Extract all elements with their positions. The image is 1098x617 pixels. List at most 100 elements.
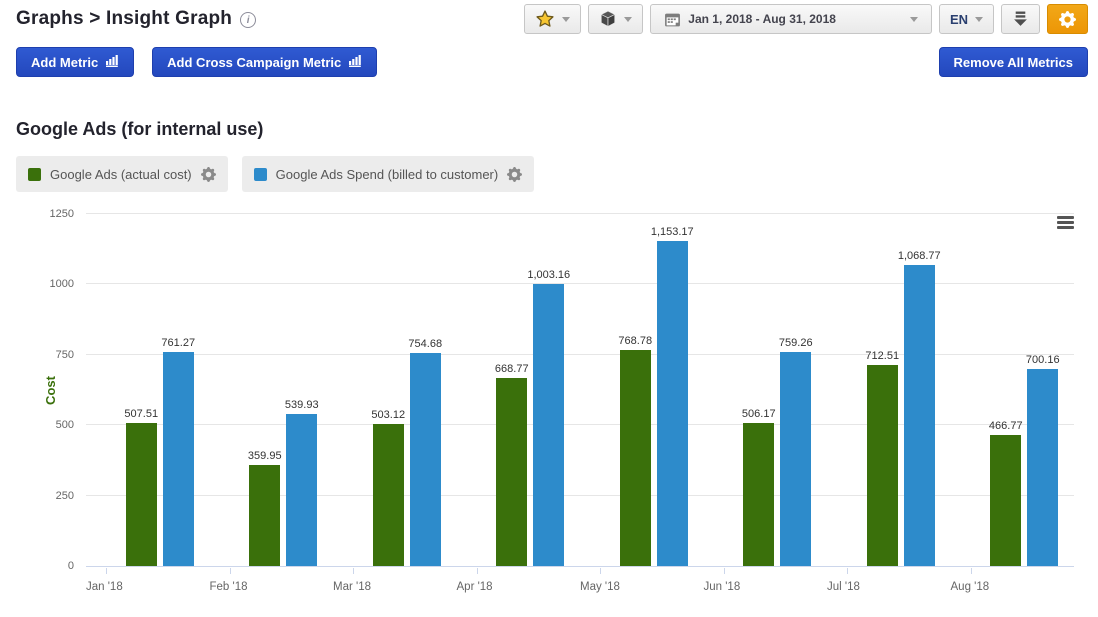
package-dropdown-button[interactable] [588, 4, 643, 34]
bar-value-label: 668.77 [495, 363, 529, 375]
bar-value-label: 754.68 [408, 338, 442, 350]
bar-groups: 507.51761.27359.95539.93503.12754.68668.… [86, 214, 1074, 566]
x-axis-tick [106, 568, 107, 574]
cube-icon [599, 10, 617, 28]
chevron-down-icon [624, 17, 632, 22]
plot-area: 025050075010001250507.51761.27359.95539.… [86, 214, 1074, 567]
add-metric-button[interactable]: Add Metric [16, 47, 134, 77]
bar-value-label: 359.95 [248, 450, 282, 462]
language-dropdown-button[interactable]: EN [939, 4, 994, 34]
settings-button[interactable] [1047, 4, 1088, 34]
legend: Google Ads (actual cost) Google Ads Spend… [16, 156, 1088, 192]
bar-group: 503.12754.68 [345, 214, 469, 566]
x-axis-tick [230, 568, 231, 574]
bar-spend[interactable]: 1,153.17 [657, 241, 688, 566]
legend-label: Google Ads (actual cost) [50, 167, 192, 182]
x-axis-tick [600, 568, 601, 574]
header: Graphs > Insight Graph i Jan 1, 2 [16, 4, 1088, 34]
x-tick-label: Feb '18 [210, 581, 248, 593]
actions-row: Add Metric Add Cross Campaign Metric Rem… [16, 47, 1088, 77]
gear-icon [1059, 11, 1076, 28]
gear-icon[interactable] [201, 167, 216, 182]
bar-value-label: 700.16 [1026, 354, 1060, 366]
x-axis-category: Aug '18 [951, 568, 1075, 598]
bar-group: 507.51761.27 [98, 214, 222, 566]
bar-spend[interactable]: 754.68 [410, 353, 441, 566]
x-axis-tick [353, 568, 354, 574]
bar-group: 359.95539.93 [222, 214, 346, 566]
add-metric-label: Add Metric [31, 55, 98, 70]
bar-actual-cost[interactable]: 507.51 [126, 423, 157, 566]
favorites-dropdown-button[interactable] [524, 4, 581, 34]
x-axis-category: Feb '18 [210, 568, 334, 598]
breadcrumb: Graphs > Insight Graph i [16, 4, 256, 30]
x-axis-tick [847, 568, 848, 574]
bar-spend[interactable]: 761.27 [163, 352, 194, 566]
x-tick-label: Jun '18 [704, 581, 741, 593]
x-axis: Jan '18 Feb '18 Mar '18 Apr '18 May '18 Jun '… [86, 568, 1074, 598]
y-tick-label: 500 [24, 419, 74, 431]
x-tick-label: Apr '18 [457, 581, 493, 593]
bar-group: 668.771,003.16 [469, 214, 593, 566]
bar-value-label: 759.26 [779, 337, 813, 349]
info-icon[interactable]: i [240, 12, 256, 28]
bar-group: 506.17759.26 [716, 214, 840, 566]
bar-spend[interactable]: 759.26 [780, 352, 811, 566]
star-icon [535, 9, 555, 29]
toolbar: Jan 1, 2018 - Aug 31, 2018 EN [524, 4, 1088, 34]
bar-actual-cost[interactable]: 768.78 [620, 350, 651, 566]
bar-value-label: 1,153.17 [651, 226, 694, 238]
bar-spend[interactable]: 1,003.16 [533, 284, 564, 566]
x-tick-label: May '18 [580, 581, 620, 593]
bar-group: 466.77700.16 [963, 214, 1087, 566]
add-cross-campaign-metric-button[interactable]: Add Cross Campaign Metric [152, 47, 377, 77]
x-tick-label: Aug '18 [951, 581, 990, 593]
x-tick-label: Mar '18 [333, 581, 371, 593]
bar-value-label: 712.51 [865, 350, 899, 362]
x-axis-category: Apr '18 [457, 568, 581, 598]
x-axis-category: Jan '18 [86, 568, 210, 598]
download-button[interactable] [1001, 4, 1040, 34]
y-tick-label: 1000 [24, 278, 74, 290]
page-title: Graphs > Insight Graph [16, 8, 232, 30]
bar-actual-cost[interactable]: 503.12 [373, 424, 404, 566]
bar-spend[interactable]: 700.16 [1027, 369, 1058, 566]
x-axis-category: Jun '18 [704, 568, 828, 598]
bar-actual-cost[interactable]: 359.95 [249, 465, 280, 566]
date-range-label: Jan 1, 2018 - Aug 31, 2018 [688, 12, 836, 26]
x-axis-tick [477, 568, 478, 574]
remove-all-metrics-label: Remove All Metrics [954, 55, 1073, 70]
bar-actual-cost[interactable]: 506.17 [743, 423, 774, 566]
page: Graphs > Insight Graph i Jan 1, 2 [0, 0, 1098, 602]
bar-value-label: 507.51 [124, 408, 158, 420]
bar-value-label: 539.93 [285, 399, 319, 411]
remove-all-metrics-button[interactable]: Remove All Metrics [939, 47, 1088, 77]
y-tick-label: 250 [24, 490, 74, 502]
bar-value-label: 768.78 [618, 335, 652, 347]
bar-actual-cost[interactable]: 712.51 [867, 365, 898, 566]
y-tick-label: 1250 [24, 208, 74, 220]
legend-label: Google Ads Spend (billed to customer) [276, 167, 499, 182]
add-cross-campaign-metric-label: Add Cross Campaign Metric [167, 55, 341, 70]
date-range-button[interactable]: Jan 1, 2018 - Aug 31, 2018 [650, 4, 932, 34]
bar-value-label: 466.77 [989, 420, 1023, 432]
x-tick-label: Jul '18 [827, 581, 860, 593]
hamburger-icon[interactable] [1057, 216, 1074, 231]
chevron-down-icon [910, 17, 918, 22]
chart-area: Cost 025050075010001250507.51761.27359.9… [16, 202, 1088, 602]
chevron-down-icon [975, 17, 983, 22]
x-axis-category: May '18 [580, 568, 704, 598]
legend-chip[interactable]: Google Ads Spend (billed to customer) [242, 156, 535, 192]
download-icon [1013, 11, 1028, 27]
x-axis-tick [971, 568, 972, 574]
bar-group: 712.511,068.77 [839, 214, 963, 566]
bar-value-label: 503.12 [371, 409, 405, 421]
bar-spend[interactable]: 1,068.77 [904, 265, 935, 566]
bar-actual-cost[interactable]: 466.77 [990, 435, 1021, 566]
bar-value-label: 761.27 [161, 337, 195, 349]
x-tick-label: Jan '18 [86, 581, 123, 593]
legend-chip[interactable]: Google Ads (actual cost) [16, 156, 228, 192]
bar-actual-cost[interactable]: 668.77 [496, 378, 527, 566]
gear-icon[interactable] [507, 167, 522, 182]
bar-spend[interactable]: 539.93 [286, 414, 317, 566]
